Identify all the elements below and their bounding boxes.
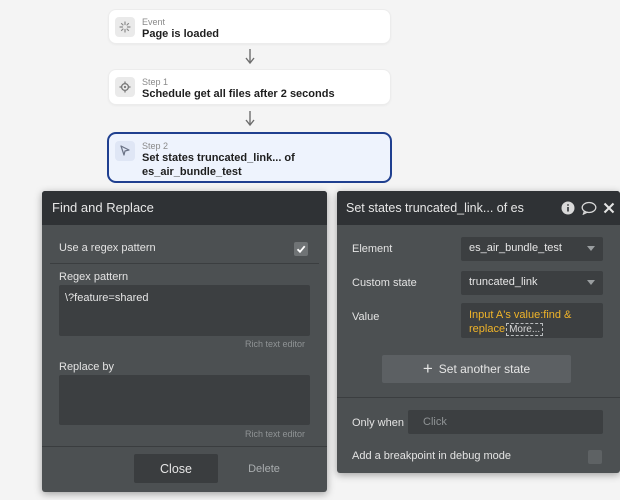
step1-title: Schedule get all files after 2 seconds xyxy=(142,88,335,100)
cursor-icon xyxy=(115,141,135,161)
value-expression-line2: replace xyxy=(469,323,506,335)
info-icon[interactable] xyxy=(561,201,575,215)
value-expression-line1: Input A's value:find & xyxy=(469,309,572,321)
regex-checkbox[interactable] xyxy=(294,242,308,256)
regex-toggle-label: Use a regex pattern xyxy=(59,242,156,254)
value-expression-field[interactable]: Input A's value:find & replace More... xyxy=(461,303,603,338)
element-label: Element xyxy=(352,243,393,255)
set-states-panel: Set states truncated_link... of es Eleme… xyxy=(337,191,620,473)
rich-text-editor-link[interactable]: Rich text editor xyxy=(245,429,305,439)
breakpoint-label: Add a breakpoint in debug mode xyxy=(352,450,512,462)
divider xyxy=(50,263,319,264)
more-link[interactable]: More... xyxy=(506,323,544,336)
find-replace-panel: Find and Replace Use a regex pattern Reg… xyxy=(42,191,327,492)
sparkle-icon xyxy=(115,17,135,37)
set-states-header: Set states truncated_link... of es xyxy=(337,191,620,225)
event-title: Page is loaded xyxy=(142,28,220,40)
step2-title-line1: Set states truncated_link... of xyxy=(142,152,295,164)
find-replace-header: Find and Replace xyxy=(42,191,327,225)
find-replace-title: Find and Replace xyxy=(52,200,154,215)
plus-icon: + xyxy=(422,359,433,378)
custom-state-label: Custom state xyxy=(352,277,417,289)
arrow-down-icon xyxy=(245,49,255,65)
chevron-down-icon xyxy=(587,246,595,251)
breakpoint-checkbox[interactable] xyxy=(588,450,602,464)
gear-icon xyxy=(115,77,135,97)
delete-button[interactable]: Delete xyxy=(234,454,294,483)
step1-card[interactable]: Step 1 Schedule get all files after 2 se… xyxy=(109,70,390,104)
close-icon[interactable] xyxy=(603,202,615,214)
custom-state-select[interactable]: truncated_link xyxy=(461,271,603,295)
only-when-label: Only when xyxy=(352,417,404,429)
set-another-state-label: Set another state xyxy=(438,362,531,376)
rich-text-editor-link[interactable]: Rich text editor xyxy=(245,339,305,349)
checkmark-icon xyxy=(296,245,306,254)
step2-caption: Step 2 xyxy=(142,141,169,151)
divider xyxy=(337,397,620,398)
event-caption: Event xyxy=(142,17,166,27)
set-states-title: Set states truncated_link... of es xyxy=(346,201,524,215)
replace-by-input[interactable] xyxy=(59,375,310,425)
regex-pattern-label: Regex pattern xyxy=(59,271,129,283)
chevron-down-icon xyxy=(587,280,595,285)
comment-icon[interactable] xyxy=(581,201,597,215)
close-button[interactable]: Close xyxy=(134,454,218,483)
step1-caption: Step 1 xyxy=(142,77,169,87)
arrow-down-icon xyxy=(245,111,255,127)
step2-title-line2: es_air_bundle_test xyxy=(142,166,242,178)
element-select[interactable]: es_air_bundle_test xyxy=(461,237,603,261)
event-card[interactable]: Event Page is loaded xyxy=(109,10,390,43)
replace-by-label: Replace by xyxy=(59,361,115,373)
only-when-placeholder: Click xyxy=(423,416,447,428)
only-when-input[interactable]: Click xyxy=(408,410,603,434)
divider xyxy=(42,446,327,447)
step2-card[interactable]: Step 2 Set states truncated_link... of e… xyxy=(109,134,390,181)
set-another-state-button[interactable]: + Set another state xyxy=(382,355,571,383)
value-label: Value xyxy=(352,311,380,323)
custom-state-value: truncated_link xyxy=(469,276,538,288)
regex-pattern-value: \?feature=shared xyxy=(65,292,149,304)
step2-title: Set states truncated_link... of es_air_b… xyxy=(142,151,382,179)
element-value: es_air_bundle_test xyxy=(469,242,562,254)
regex-pattern-input[interactable]: \?feature=shared xyxy=(59,285,310,336)
